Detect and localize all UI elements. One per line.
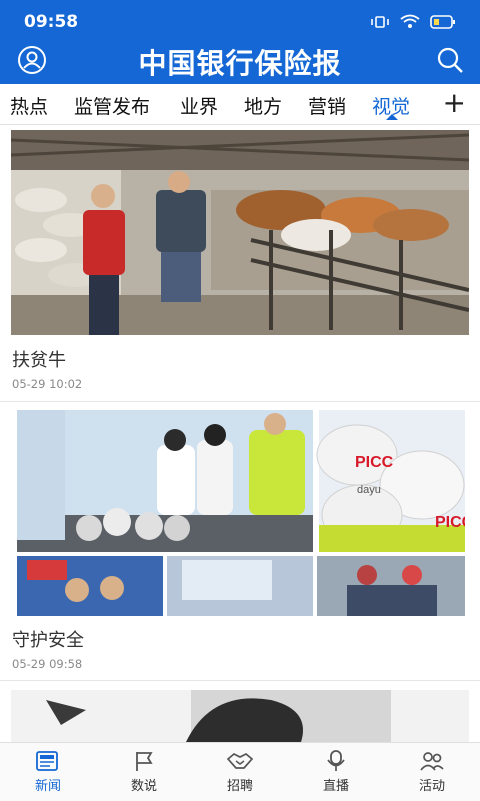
article-image-cattle[interactable] — [11, 130, 469, 335]
active-tab-indicator — [386, 114, 398, 120]
cattle-barn-photo — [11, 130, 469, 335]
status-time: 09:58 — [24, 12, 79, 32]
bottom-navigation: 新闻 数说 招聘 直播 活动 — [0, 742, 480, 801]
partial-photo — [11, 690, 469, 742]
tab-regulation[interactable]: 监管发布 — [74, 92, 150, 119]
nav-live[interactable]: 直播 — [288, 743, 384, 801]
tab-marketing[interactable]: 营销 — [308, 92, 346, 119]
tab-local[interactable]: 地方 — [244, 92, 282, 119]
handshake-icon — [226, 752, 254, 769]
nav-label: 招聘 — [226, 779, 253, 794]
status-icons — [370, 14, 456, 29]
nav-data[interactable]: 数说 — [96, 743, 192, 801]
article-caption[interactable]: 守护安全 — [12, 626, 84, 652]
nav-events[interactable]: 活动 — [384, 743, 480, 801]
tab-industry[interactable]: 业界 — [180, 92, 218, 119]
divider — [0, 680, 480, 681]
wifi-icon — [400, 14, 420, 28]
divider — [0, 401, 480, 402]
article-image-partial[interactable] — [11, 690, 469, 742]
tab-hot[interactable]: 热点 — [10, 92, 48, 119]
article-date: 05-29 09:58 — [12, 657, 83, 671]
app-title: 中国银行保险报 — [138, 47, 342, 80]
microphone-icon — [327, 750, 345, 771]
category-tabs: 热点 监管发布 业界 地方 营销 视觉 + — [0, 84, 480, 125]
article-image-safety[interactable]: PICC PICC dayu — [17, 410, 465, 616]
status-bar: 09:58 — [0, 0, 480, 44]
newspaper-icon — [36, 751, 58, 771]
nav-news[interactable]: 新闻 — [0, 743, 96, 801]
flag-icon — [136, 752, 153, 771]
people-icon — [420, 752, 444, 771]
nav-label: 活动 — [418, 779, 445, 794]
collage-brand-sub: dayu — [357, 484, 381, 496]
nav-label: 直播 — [322, 779, 349, 794]
nav-label: 新闻 — [34, 779, 61, 794]
app-header: 中国银行保险报 — [0, 44, 480, 84]
vibrate-icon — [371, 15, 389, 28]
nav-label: 数说 — [130, 779, 157, 794]
safety-collage-photo — [17, 410, 465, 616]
battery-icon — [430, 14, 455, 29]
article-caption[interactable]: 扶贫牛 — [12, 346, 66, 372]
collage-brand-logo: PICC — [355, 454, 394, 471]
more-tabs-button[interactable]: + — [443, 86, 466, 119]
nav-jobs[interactable]: 招聘 — [192, 743, 288, 801]
article-date: 05-29 10:02 — [12, 377, 83, 391]
collage-brand-logo: PICC — [435, 514, 465, 531]
search-icon[interactable] — [434, 44, 466, 76]
